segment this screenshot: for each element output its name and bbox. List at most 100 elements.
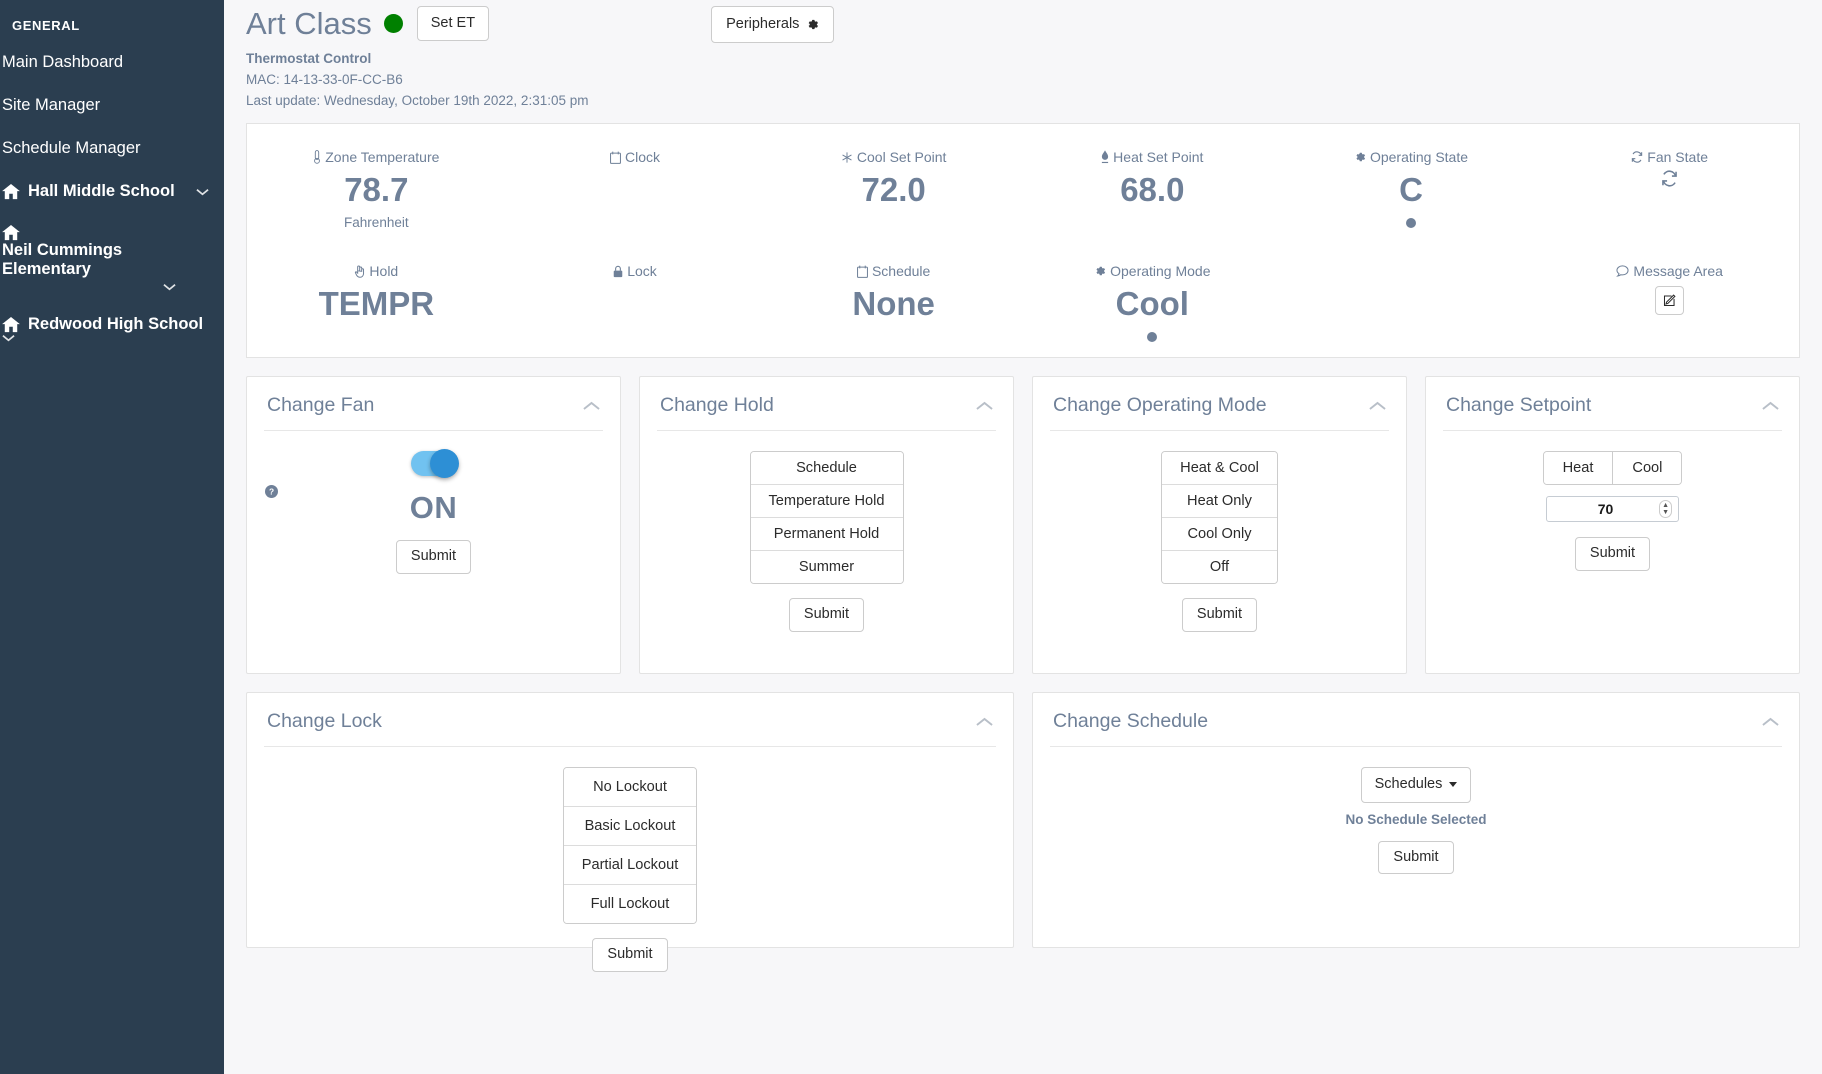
- card-title: Change Operating Mode: [1053, 394, 1267, 417]
- card-title: Change Lock: [267, 710, 382, 733]
- app-root: GENERAL Main Dashboard Site Manager Sche…: [0, 0, 1822, 1074]
- stat-label: Operating Mode: [1023, 264, 1282, 278]
- thermometer-icon: [313, 150, 321, 164]
- stat-unit: Fahrenheit: [247, 215, 506, 230]
- chevron-up-icon[interactable]: [583, 401, 600, 411]
- sidebar-item-schedule-manager[interactable]: Schedule Manager: [0, 127, 224, 170]
- sidebar-item-hall-middle-school[interactable]: Hall Middle School: [0, 170, 224, 213]
- sidebar-section-title: GENERAL: [0, 10, 224, 41]
- schedules-dropdown[interactable]: Schedules: [1361, 767, 1472, 802]
- chevron-up-icon[interactable]: [1762, 717, 1779, 727]
- operating-mode-option-cool-only[interactable]: Cool Only: [1162, 518, 1277, 551]
- hold-option-schedule[interactable]: Schedule: [751, 452, 903, 485]
- setpoint-stepper[interactable]: ▲ ▼: [1546, 496, 1679, 522]
- hold-option-permanent-hold[interactable]: Permanent Hold: [751, 518, 903, 551]
- sidebar-item-redwood-high-school[interactable]: Redwood High School: [0, 303, 224, 354]
- card-body: No Lockout Basic Lockout Partial Lockout…: [247, 747, 1013, 971]
- stat-label-text: Cool Set Point: [857, 150, 947, 164]
- device-mac: MAC: 14-13-33-0F-CC-B6: [246, 70, 1800, 91]
- lock-option-group: No Lockout Basic Lockout Partial Lockout…: [563, 767, 698, 924]
- stat-schedule: Schedule None: [764, 264, 1023, 342]
- home-icon: [2, 225, 28, 241]
- operating-mode-option-group: Heat & Cool Heat Only Cool Only Off: [1161, 451, 1278, 584]
- operating-mode-option-heat-and-cool[interactable]: Heat & Cool: [1162, 452, 1277, 485]
- hold-option-group: Schedule Temperature Hold Permanent Hold…: [750, 451, 904, 584]
- fan-toggle-state: ON: [410, 490, 458, 526]
- chevron-up-icon[interactable]: [1369, 401, 1386, 411]
- caret-down-icon: [1449, 782, 1457, 787]
- schedule-submit-button[interactable]: Submit: [1378, 841, 1453, 874]
- card-header: Change Schedule: [1033, 693, 1799, 746]
- sidebar-item-site-manager[interactable]: Site Manager: [0, 84, 224, 127]
- help-circle-icon[interactable]: ?: [265, 485, 278, 498]
- hold-submit-button[interactable]: Submit: [789, 598, 864, 631]
- lock-submit-button[interactable]: Submit: [592, 938, 667, 971]
- lock-option-no-lockout[interactable]: No Lockout: [564, 768, 697, 807]
- stepper-down-arrow[interactable]: ▼: [1662, 509, 1669, 516]
- card-body: ? ON Submit: [247, 431, 620, 573]
- stat-value: C: [1282, 173, 1541, 209]
- operating-mode-option-heat-only[interactable]: Heat Only: [1162, 485, 1277, 518]
- comment-icon: [1616, 265, 1629, 277]
- sidebar-item-main-dashboard[interactable]: Main Dashboard: [0, 41, 224, 84]
- chevron-up-icon[interactable]: [1762, 401, 1779, 411]
- stat-value: [506, 287, 765, 323]
- card-header: Change Fan: [247, 377, 620, 430]
- stat-value: None: [764, 287, 1023, 323]
- stat-label-text: Clock: [625, 150, 660, 164]
- stat-heat-set-point: Heat Set Point 68.0: [1023, 150, 1282, 230]
- card-title: Change Setpoint: [1446, 394, 1591, 417]
- stat-label-text: Hold: [369, 264, 398, 278]
- stepper-up-arrow[interactable]: ▲: [1662, 502, 1669, 509]
- device-type: Thermostat Control: [246, 49, 1800, 70]
- stat-clock: Clock: [506, 150, 765, 230]
- hold-option-summer[interactable]: Summer: [751, 551, 903, 583]
- status-row-1: Zone Temperature 78.7 Fahrenheit Clock: [247, 150, 1799, 230]
- set-et-button[interactable]: Set ET: [417, 6, 489, 41]
- operating-mode-option-off[interactable]: Off: [1162, 551, 1277, 583]
- lock-option-basic-lockout[interactable]: Basic Lockout: [564, 807, 697, 846]
- card-body: Heat & Cool Heat Only Cool Only Off Subm…: [1033, 431, 1406, 631]
- chevron-down-icon: [196, 188, 214, 196]
- hold-option-temperature-hold[interactable]: Temperature Hold: [751, 485, 903, 518]
- chevron-up-icon[interactable]: [976, 401, 993, 411]
- gear-icon: [1094, 265, 1106, 277]
- stat-empty-slot: [1282, 264, 1541, 342]
- operating-mode-submit-button[interactable]: Submit: [1182, 598, 1257, 631]
- peripherals-group: Peripherals: [711, 6, 834, 43]
- fan-submit-button[interactable]: Submit: [396, 540, 471, 573]
- status-row-2: Hold TEMPR Lock: [247, 264, 1799, 342]
- fan-toggle-knob: [430, 449, 459, 478]
- stat-value: 78.7: [247, 173, 506, 209]
- sidebar: GENERAL Main Dashboard Site Manager Sche…: [0, 0, 224, 1074]
- setpoint-submit-button[interactable]: Submit: [1575, 537, 1650, 570]
- stat-label: Fan State: [1540, 150, 1799, 164]
- lock-option-full-lockout[interactable]: Full Lockout: [564, 885, 697, 923]
- lock-option-partial-lockout[interactable]: Partial Lockout: [564, 846, 697, 885]
- stepper-arrows-icon[interactable]: ▲ ▼: [1659, 500, 1672, 518]
- chevron-down-icon: [2, 334, 20, 342]
- message-area-edit-button[interactable]: [1655, 286, 1684, 315]
- stat-hold: Hold TEMPR: [247, 264, 506, 342]
- stat-label: Message Area: [1540, 264, 1799, 278]
- lock-icon: [613, 265, 623, 278]
- chevron-up-icon[interactable]: [976, 717, 993, 727]
- chevron-down-icon: [2, 279, 214, 291]
- stat-operating-state: Operating State C: [1282, 150, 1541, 230]
- fan-toggle[interactable]: [411, 451, 456, 476]
- card-body: Heat Cool ▲ ▼ Submit: [1426, 431, 1799, 570]
- setpoint-mode-heat[interactable]: Heat: [1544, 452, 1614, 484]
- controls-row-2: Change Lock No Lockout Basic Lockout Par…: [246, 692, 1800, 948]
- fan-state-icon-wrap: [1540, 170, 1799, 187]
- stat-label-text: Heat Set Point: [1113, 150, 1203, 164]
- stat-lock: Lock: [506, 264, 765, 342]
- sidebar-item-neil-cummings-elementary[interactable]: Neil Cummings Elementary: [0, 213, 224, 303]
- stat-zone-temperature: Zone Temperature 78.7 Fahrenheit: [247, 150, 506, 230]
- peripherals-button[interactable]: Peripherals: [711, 6, 834, 43]
- card-body: Schedules No Schedule Selected Submit: [1033, 747, 1799, 874]
- stat-label: Heat Set Point: [1023, 150, 1282, 164]
- setpoint-mode-cool[interactable]: Cool: [1613, 452, 1681, 484]
- stat-label-text: Schedule: [872, 264, 930, 278]
- sidebar-school-label: Redwood High School: [28, 315, 214, 334]
- card-title: Change Hold: [660, 394, 774, 417]
